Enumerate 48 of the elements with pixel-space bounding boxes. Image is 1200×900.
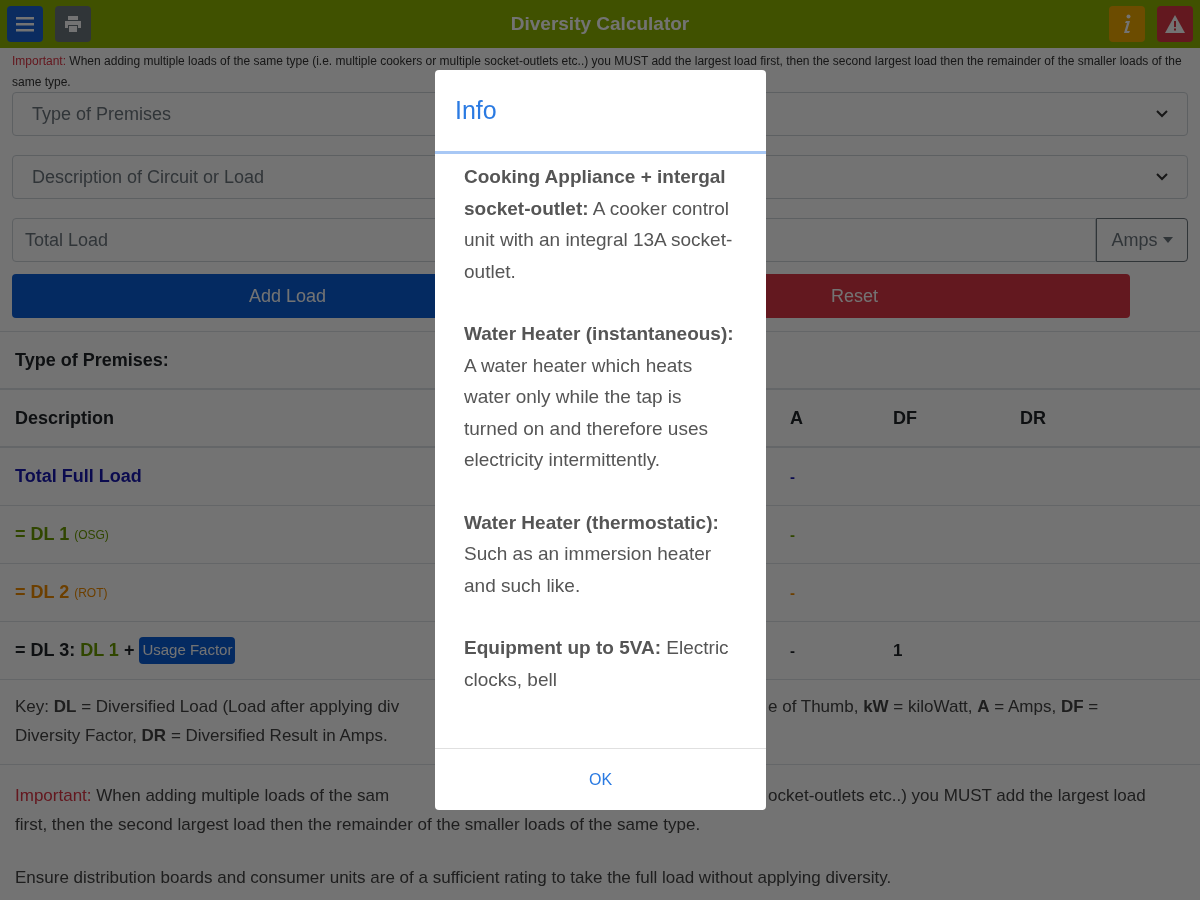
paragraph-fragment: first, then the second largest load then the remainder of the smaller loads of the same type. xyxy=(15,814,702,836)
table-cell: 1 xyxy=(893,640,903,660)
equals-sign: = xyxy=(15,523,26,546)
row-reference: DL 1 xyxy=(80,639,119,662)
row-label: Total Full Load xyxy=(15,465,142,488)
row-label: DL 2 xyxy=(30,581,70,604)
table-cell: - xyxy=(790,525,795,543)
warning-note: Important: When adding multiple loads of the same type (i.e. multiple cookers or multiple socket-outlets etc..) you MUST add the largest load first, then the second largest load then the remainder of the smaller loads of the same type. xyxy=(11,53,1183,90)
menu-icon xyxy=(16,16,34,32)
table-cell: - xyxy=(790,641,795,659)
row-label: DL 3: xyxy=(30,639,76,662)
dialog-title: Info xyxy=(455,94,497,126)
row-label: DL 1 xyxy=(30,523,70,546)
chevron-down-icon xyxy=(1156,173,1168,181)
plus-sign: + xyxy=(123,639,135,662)
info-icon xyxy=(1123,14,1131,34)
definition-text: Water Heater (thermostatic): Such as an immersion heater and such like. xyxy=(464,510,720,598)
paragraph-fragment: e of Thumb, kW = kiloWatt, A = Amps, DF = xyxy=(768,696,1099,718)
premises-label: Type of Premises: xyxy=(15,348,169,372)
app-title: Diversity Calculator xyxy=(509,11,691,36)
info-note: Ensure distribution boards and consumer units are of a sufficient rating to take the full load without applying diversity. xyxy=(14,867,893,889)
column-header: A xyxy=(790,407,803,428)
column-header: DR xyxy=(1020,407,1046,428)
definition-text: Equipment up to 5VA: Electric clocks, bell xyxy=(464,636,730,692)
print-button[interactable] xyxy=(55,6,91,42)
warning-icon xyxy=(1165,15,1185,33)
row-note: (ROT) xyxy=(74,584,108,602)
caret-icon xyxy=(1162,237,1173,243)
menu-button[interactable] xyxy=(7,6,43,42)
unit-dropdown[interactable]: Amps xyxy=(1096,218,1188,262)
printer-icon xyxy=(64,16,82,32)
row-note: (OSG) xyxy=(74,526,109,544)
paragraph-fragment: Diversity Factor, DR = Diversified Result in Amps. xyxy=(15,725,389,747)
column-header: Description xyxy=(15,407,115,428)
info-button[interactable] xyxy=(1109,6,1145,42)
paragraph-fragment: Important: When adding multiple loads of the sam xyxy=(15,785,391,807)
equals-sign: = xyxy=(15,639,26,662)
paragraph-fragment: Key: DL = Diversified Load (Load after applying div xyxy=(15,696,401,718)
column-header: DF xyxy=(893,407,917,428)
table-cell: - xyxy=(790,467,795,485)
chevron-down-icon xyxy=(1156,110,1168,118)
ok-button[interactable]: OK xyxy=(578,763,623,796)
definition-text: Water Heater (instantaneous): A water heater which heats water only while the tap is turned on and therefore uses electricity intermittently. xyxy=(464,322,735,472)
table-cell: - xyxy=(790,583,795,601)
paragraph-fragment: ocket-outlets etc..) you MUST add the largest load xyxy=(768,785,1146,807)
equals-sign: = xyxy=(15,581,26,604)
usage-factor-link[interactable]: Usage Factor xyxy=(139,637,236,664)
warning-button[interactable] xyxy=(1157,6,1193,42)
